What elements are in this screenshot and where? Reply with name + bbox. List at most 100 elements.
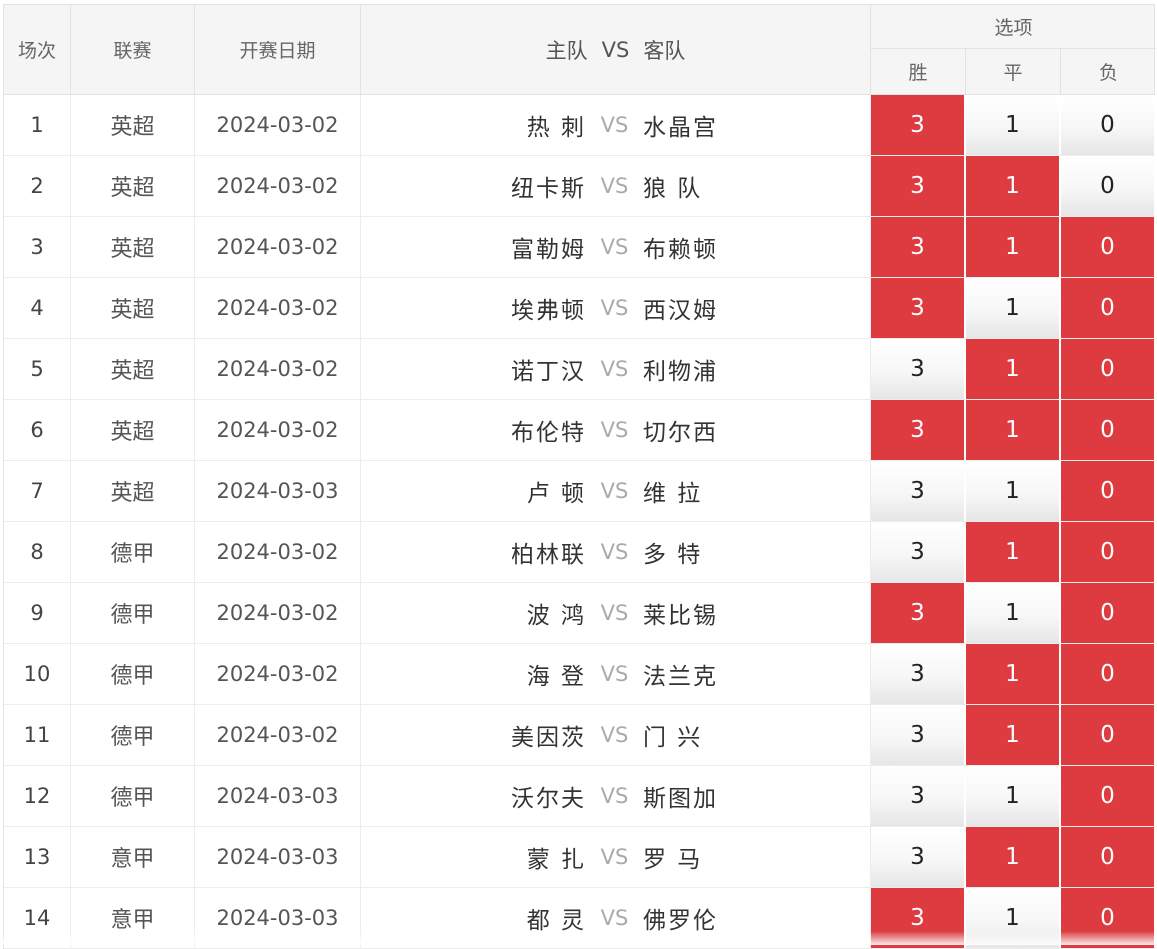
home-team: 蒙 扎 <box>526 847 586 873</box>
option-draw-button[interactable]: 1 <box>966 339 1061 399</box>
match-no: 11 <box>4 705 71 765</box>
match-teams: 卢 顿 VS 维 拉 <box>361 461 871 521</box>
table-row: 3 英超 2024-03-02 富勒姆 VS 布赖顿 3 1 0 <box>4 217 1156 278</box>
option-win-button[interactable]: 3 <box>871 339 966 399</box>
option-win-button[interactable]: 3 <box>871 583 966 643</box>
option-lose-button[interactable]: 0 <box>1061 644 1156 704</box>
home-team: 卢 顿 <box>526 481 586 507</box>
home-team: 都 灵 <box>526 908 586 934</box>
option-win-button[interactable]: 3 <box>871 400 966 460</box>
option-win-button[interactable]: 3 <box>871 461 966 521</box>
match-date: 2024-03-02 <box>195 217 361 277</box>
home-team: 沃尔夫 <box>511 786 586 812</box>
home-team: 波 鸿 <box>526 603 586 629</box>
option-lose-button[interactable]: 0 <box>1061 278 1156 338</box>
match-no: 2 <box>4 156 71 216</box>
vs-label: VS <box>600 540 629 564</box>
match-date: 2024-03-03 <box>195 827 361 887</box>
away-team: 法兰克 <box>643 664 718 690</box>
league-name: 德甲 <box>71 583 195 643</box>
vs-label: VS <box>600 845 629 869</box>
table-row: 6 英超 2024-03-02 布伦特 VS 切尔西 3 1 0 <box>4 400 1156 461</box>
league-name: 英超 <box>71 95 195 155</box>
option-draw-button[interactable]: 1 <box>966 217 1061 277</box>
option-win-button[interactable]: 3 <box>871 888 966 948</box>
header-lose: 负 <box>1098 62 1118 84</box>
option-win-button[interactable]: 3 <box>871 156 966 216</box>
home-team: 美因茨 <box>511 725 586 751</box>
table-header: 场次 联赛 开赛日期 主队 VS 客队 选项 胜 平 负 <box>4 5 1156 95</box>
match-teams: 诺丁汉 VS 利物浦 <box>361 339 871 399</box>
option-lose-button[interactable]: 0 <box>1061 888 1156 948</box>
match-no: 10 <box>4 644 71 704</box>
table-row: 11 德甲 2024-03-02 美因茨 VS 门 兴 310 <box>4 705 1156 766</box>
home-team: 热 刺 <box>526 115 586 141</box>
option-lose-button[interactable]: 0 <box>1061 766 1156 826</box>
option-win-button[interactable]: 3 <box>871 827 966 887</box>
vs-label: VS <box>600 296 629 320</box>
option-draw-button[interactable]: 1 <box>966 461 1061 521</box>
home-team: 埃弗顿 <box>511 298 586 324</box>
option-draw-button[interactable]: 1 <box>966 156 1061 216</box>
option-draw-button[interactable]: 1 <box>966 522 1061 582</box>
table-row: 4 英超 2024-03-02 埃弗顿 VS 西汉姆 3 1 0 <box>4 278 1156 339</box>
option-lose-button[interactable]: 0 <box>1061 156 1156 216</box>
home-team: 柏林联 <box>511 542 586 568</box>
away-team: 布赖顿 <box>643 237 718 263</box>
option-win-button[interactable]: 3 <box>871 766 966 826</box>
vs-label: VS <box>600 174 629 198</box>
header-no: 场次 <box>4 5 71 94</box>
option-win-button[interactable]: 3 <box>871 95 966 155</box>
match-date: 2024-03-02 <box>195 278 361 338</box>
match-no: 12 <box>4 766 71 826</box>
header-home: 主队 <box>545 38 588 63</box>
league-name: 意甲 <box>71 827 195 887</box>
option-draw-button[interactable]: 1 <box>966 400 1061 460</box>
vs-label: VS <box>600 418 629 442</box>
option-lose-button[interactable]: 0 <box>1061 217 1156 277</box>
option-win-button[interactable]: 3 <box>871 705 966 765</box>
option-draw-button[interactable]: 1 <box>966 827 1061 887</box>
option-lose-button[interactable]: 0 <box>1061 461 1156 521</box>
option-draw-button[interactable]: 1 <box>966 766 1061 826</box>
match-date: 2024-03-02 <box>195 522 361 582</box>
league-name: 英超 <box>71 217 195 277</box>
table-row: 14 意甲 2024-03-03 都 灵 VS 佛罗伦 3 1 0 <box>4 888 1156 949</box>
option-lose-button[interactable]: 0 <box>1061 522 1156 582</box>
option-lose-button[interactable]: 0 <box>1061 583 1156 643</box>
option-lose-button[interactable]: 0 <box>1061 827 1156 887</box>
option-draw-button[interactable]: 1 <box>966 705 1061 765</box>
option-draw-button[interactable]: 1 <box>966 278 1061 338</box>
match-no: 13 <box>4 827 71 887</box>
option-draw-button[interactable]: 1 <box>966 95 1061 155</box>
option-lose-button[interactable]: 0 <box>1061 705 1156 765</box>
option-win-button[interactable]: 3 <box>871 644 966 704</box>
option-win-button[interactable]: 3 <box>871 522 966 582</box>
match-teams: 蒙 扎 VS 罗 马 <box>361 827 871 887</box>
match-no: 6 <box>4 400 71 460</box>
option-win-button[interactable]: 3 <box>871 278 966 338</box>
option-win-button[interactable]: 3 <box>871 217 966 277</box>
header-vs: VS <box>601 37 630 62</box>
header-league: 联赛 <box>71 5 195 94</box>
table-body: 1 英超 2024-03-02 热 刺 VS 水晶宫 3 1 0 2 英超 2024-03-02 纽卡斯… <box>4 95 1156 949</box>
match-teams: 热 刺 VS 水晶宫 <box>361 95 871 155</box>
option-draw-button[interactable]: 1 <box>966 644 1061 704</box>
option-lose-button[interactable]: 0 <box>1061 339 1156 399</box>
match-teams: 都 灵 VS 佛罗伦 <box>361 888 871 948</box>
match-no: 8 <box>4 522 71 582</box>
header-match: 主队 VS 客队 <box>361 5 871 94</box>
header-options-title: 选项 <box>871 5 1156 49</box>
header-date: 开赛日期 <box>195 5 361 94</box>
away-team: 莱比锡 <box>643 603 718 629</box>
option-draw-button[interactable]: 1 <box>966 583 1061 643</box>
home-team: 海 登 <box>526 664 586 690</box>
match-no: 1 <box>4 95 71 155</box>
table-row: 1 英超 2024-03-02 热 刺 VS 水晶宫 3 1 0 <box>4 95 1156 156</box>
match-teams: 海 登 VS 法兰克 <box>361 644 871 704</box>
away-team: 切尔西 <box>643 420 718 446</box>
option-lose-button[interactable]: 0 <box>1061 95 1156 155</box>
option-lose-button[interactable]: 0 <box>1061 400 1156 460</box>
option-draw-button[interactable]: 1 <box>966 888 1061 948</box>
match-date: 2024-03-02 <box>195 339 361 399</box>
